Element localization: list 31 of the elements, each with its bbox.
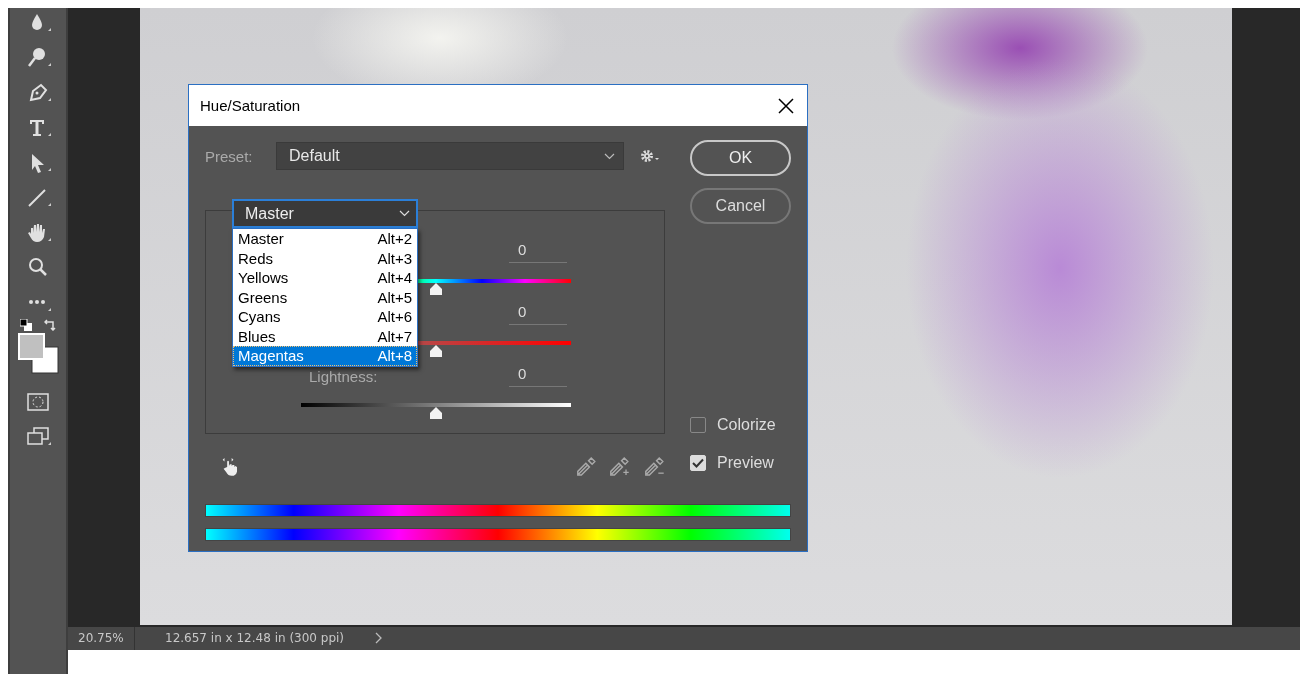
- channel-dropdown[interactable]: Master: [232, 199, 418, 228]
- menu-item[interactable]: Blues Alt+7: [233, 326, 417, 346]
- document-info: 12.657 in x 12.48 in (300 ppi): [164, 631, 346, 646]
- menu-item[interactable]: Magentas Alt+8: [233, 346, 417, 366]
- ok-button[interactable]: OK: [690, 140, 791, 176]
- menu-item[interactable]: Reds Alt+3: [233, 248, 417, 268]
- preset-dropdown[interactable]: Default: [276, 142, 624, 170]
- swap-arrows-icon[interactable]: [44, 319, 56, 331]
- menu-item[interactable]: Master Alt+2: [233, 229, 417, 249]
- cancel-button[interactable]: Cancel: [690, 188, 791, 224]
- settings-icon[interactable]: [640, 149, 662, 163]
- value-field[interactable]: 0: [509, 365, 567, 387]
- chevron-right-icon[interactable]: [375, 632, 383, 645]
- lightness-slider[interactable]: [301, 403, 571, 420]
- menu-item[interactable]: Yellows Alt+4: [233, 268, 417, 288]
- preset-label: Preset:: [205, 147, 254, 165]
- zoom-level: 20.75%: [68, 626, 135, 650]
- caret-icon: [604, 152, 615, 160]
- value-field[interactable]: 0: [509, 241, 567, 263]
- color-swatches-icon[interactable]: [18, 333, 60, 375]
- close-icon[interactable]: [777, 96, 795, 115]
- slider-label: Lightness:: [308, 367, 378, 385]
- dialog-title: Hue/Saturation: [200, 97, 301, 114]
- default-colors-icon[interactable]: [20, 319, 32, 331]
- menu-item[interactable]: Cyans Alt+6: [233, 307, 417, 327]
- checkbox[interactable]: [690, 417, 706, 433]
- checkbox-label: Preview: [717, 454, 774, 472]
- checkbox-label: Colorize: [717, 416, 776, 434]
- caret-icon: [399, 210, 410, 217]
- value-field[interactable]: 0: [509, 303, 567, 325]
- menu-item[interactable]: Greens Alt+5: [233, 287, 417, 307]
